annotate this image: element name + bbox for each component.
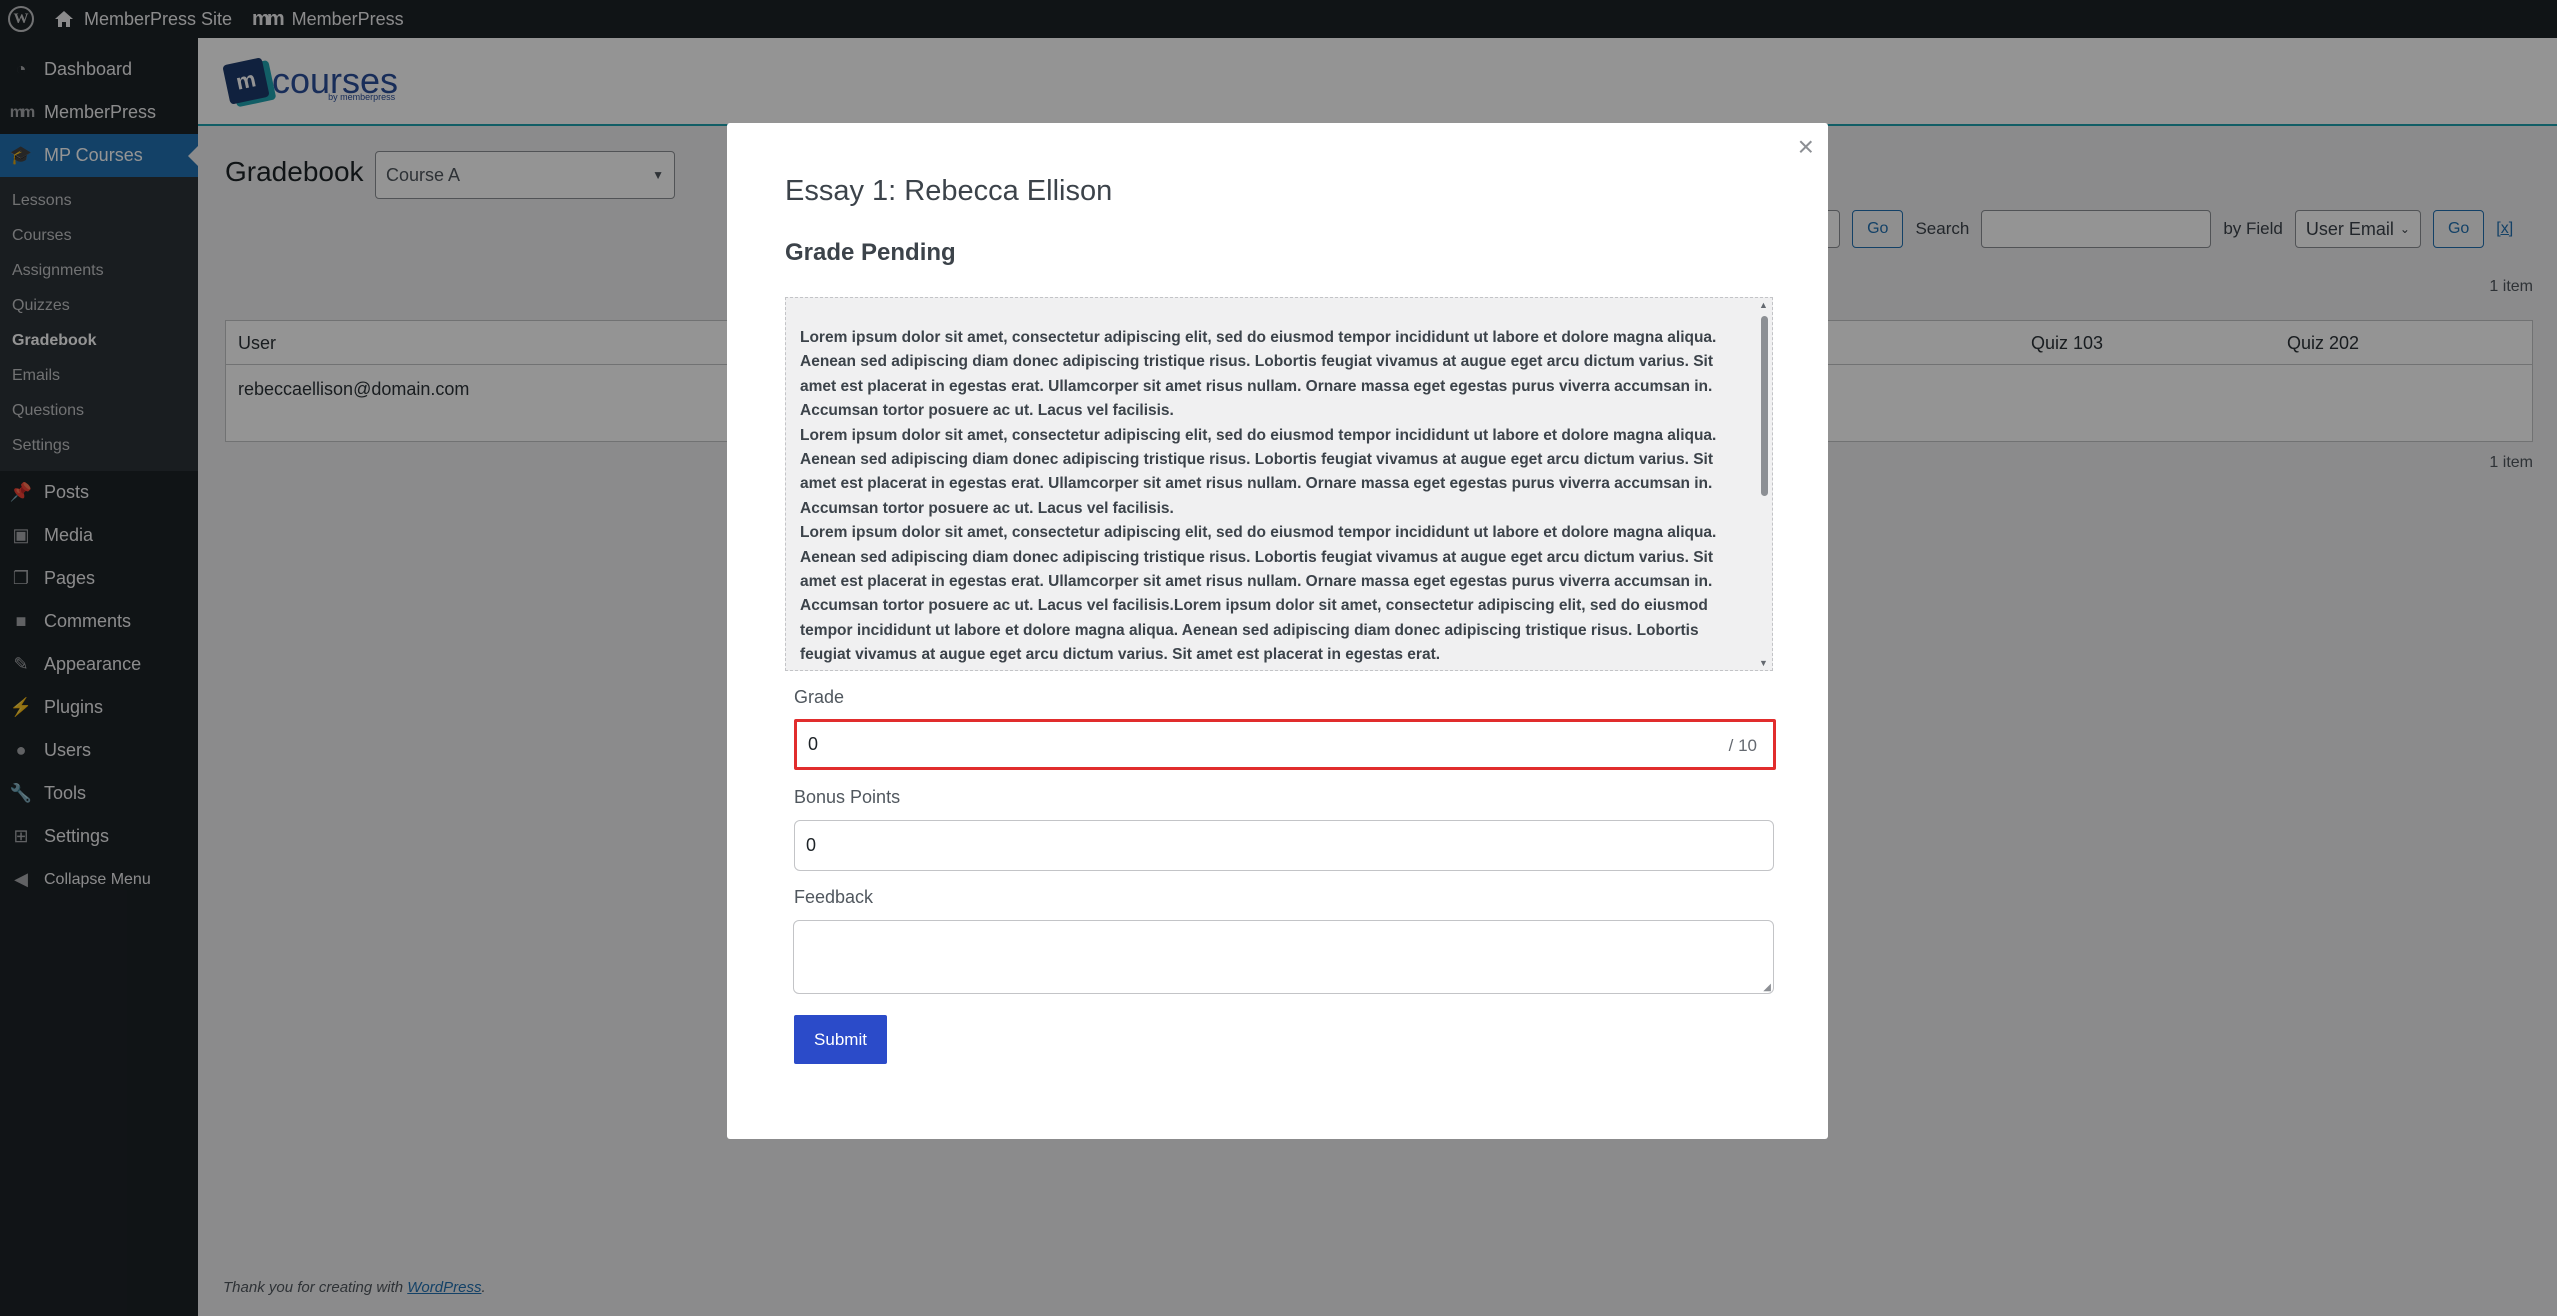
scroll-down-icon[interactable]: ▼ — [1759, 658, 1768, 668]
essay-response[interactable]: Lorem ipsum dolor sit amet, consectetur … — [785, 297, 1773, 671]
essay-scrollbar[interactable]: ▲ ▼ — [1758, 300, 1770, 668]
grade-value: 0 — [808, 734, 819, 754]
grade-max-suffix: / 10 — [1728, 736, 1757, 755]
resize-handle-icon[interactable]: ◢ — [1763, 982, 1771, 993]
close-icon[interactable]: × — [1798, 131, 1814, 163]
bonus-points-value: 0 — [806, 835, 817, 855]
scroll-thumb[interactable] — [1761, 316, 1768, 496]
essay-paragraph: Lorem ipsum dolor sit amet, consectetur … — [800, 329, 1717, 420]
grade-status: Grade Pending — [785, 239, 956, 266]
feedback-label: Feedback — [794, 887, 874, 907]
grade-label: Grade — [794, 687, 845, 707]
bonus-points-label: Bonus Points — [794, 787, 901, 807]
bonus-points-input[interactable]: 0 — [794, 820, 1774, 871]
grade-input[interactable]: 0 / 10 — [794, 719, 1776, 770]
feedback-textarea[interactable]: ◢ — [793, 920, 1774, 994]
essay-paragraph: Lorem ipsum dolor sit amet, consectetur … — [800, 426, 1717, 517]
submit-button[interactable]: Submit — [794, 1015, 887, 1064]
grade-essay-modal: × Essay 1: Rebecca Ellison Grade Pending… — [727, 123, 1828, 1139]
scroll-up-icon[interactable]: ▲ — [1759, 300, 1768, 310]
modal-title: Essay 1: Rebecca Ellison — [785, 175, 1113, 207]
essay-paragraph: Lorem ipsum dolor sit amet, consectetur … — [800, 524, 1717, 664]
